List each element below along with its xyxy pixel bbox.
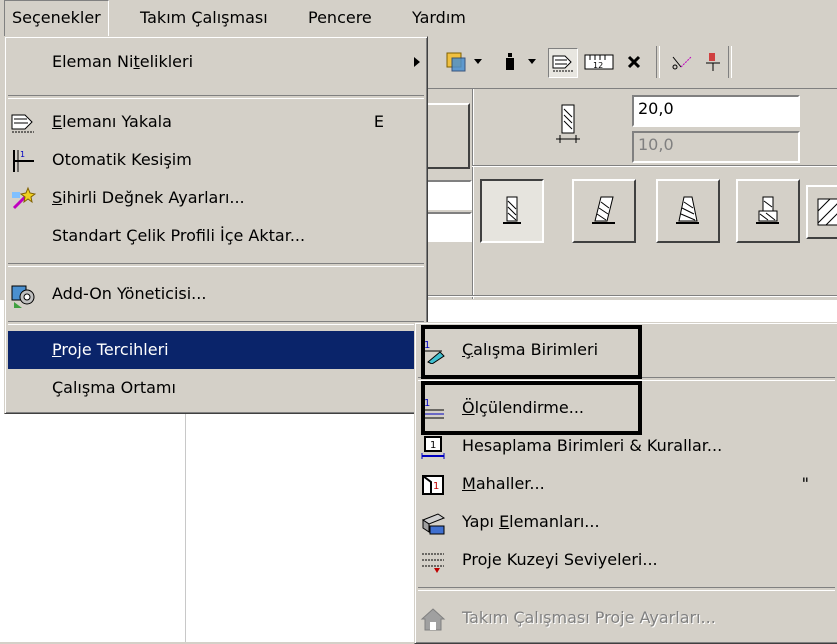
height-field[interactable]: 20,0 xyxy=(632,95,800,127)
menu-separator xyxy=(8,263,424,267)
magnet-grab-icon[interactable] xyxy=(548,48,578,78)
column-height-icon xyxy=(550,103,590,153)
profile-stepped-button[interactable] xyxy=(736,179,800,243)
menu-pencere[interactable]: Pencere xyxy=(300,0,380,36)
toolbar: 12 xyxy=(420,38,837,88)
construction-elements-icon xyxy=(420,510,446,536)
menu-yardim[interactable]: Yardım xyxy=(404,0,474,36)
menu-item-label: Proje Kuzeyi Seviyeleri... xyxy=(462,550,658,569)
canvas-guide-line xyxy=(185,410,186,642)
profile-slanted-button[interactable] xyxy=(572,179,636,243)
toolbar-divider xyxy=(728,46,732,78)
magic-wand-icon xyxy=(10,186,36,212)
info-box-lower xyxy=(420,249,837,299)
profile-trapezoid-button[interactable] xyxy=(656,179,720,243)
menu-item-add-on-yoneticisi[interactable]: Add-On Yöneticisi... xyxy=(8,275,424,313)
secenekler-menu: Eleman Nitelikleri Elemanı Yakala E 1 Ot… xyxy=(4,36,428,414)
story-levels-icon xyxy=(420,548,446,574)
menu-separator xyxy=(8,95,424,99)
addon-manager-icon xyxy=(10,282,36,308)
menu-item-label: Mahaller... xyxy=(462,474,545,493)
magnet-grab-icon xyxy=(10,110,36,136)
menu-item-elemani-yakala[interactable]: Elemanı Yakala E xyxy=(8,103,424,141)
submenu-item-mahaller[interactable]: 1 Mahaller... " xyxy=(418,465,835,503)
svg-text:1: 1 xyxy=(433,481,439,492)
highlight-box xyxy=(421,325,642,379)
chevron-down-icon[interactable] xyxy=(524,48,540,76)
submenu-item-takim-calismasi-ayarlari: Takım Çalışması Proje Ayarları... xyxy=(418,599,835,637)
menu-item-sihirli-degnek[interactable]: Sihirli Değnek Ayarları... xyxy=(8,179,424,217)
submenu-arrow-icon xyxy=(414,57,420,67)
split-icon[interactable] xyxy=(700,48,728,76)
menu-item-standart-celik[interactable]: Standart Çelik Profili İçe Aktar... xyxy=(8,217,424,255)
menu-item-label: Proje Tercihleri xyxy=(52,340,169,359)
menu-item-label: Yapı Elemanları... xyxy=(462,512,600,531)
fill-pattern-button[interactable] xyxy=(806,185,837,239)
svg-text:1: 1 xyxy=(430,440,436,451)
svg-text:12: 12 xyxy=(593,61,603,70)
teamwork-house-icon xyxy=(420,606,446,632)
menubar: Seçenekler Takım Çalışması Pencere Yardı… xyxy=(0,0,837,38)
panel-divider xyxy=(420,295,837,297)
menu-item-label: Elemanı Yakala xyxy=(52,112,172,131)
menu-item-proje-tercihleri[interactable]: Proje Tercihleri xyxy=(8,331,424,369)
menu-item-label: Standart Çelik Profili İçe Aktar... xyxy=(52,226,306,245)
trim-icon[interactable] xyxy=(668,48,696,76)
submenu-item-yapi-elemanlari[interactable]: Yapı Elemanları... xyxy=(418,503,835,541)
submenu-item-proje-kuzeyi[interactable]: Proje Kuzeyi Seviyeleri... xyxy=(418,541,835,579)
auto-intersect-icon: 1 xyxy=(10,148,36,174)
menu-secenekler[interactable]: Seçenekler xyxy=(4,0,109,38)
offset-field: 10,0 xyxy=(632,131,800,163)
menu-item-shortcut: " xyxy=(801,474,809,493)
ruler-icon[interactable]: 12 xyxy=(582,48,616,76)
close-icon[interactable] xyxy=(620,48,648,76)
menu-takim-calismasi[interactable]: Takım Çalışması xyxy=(132,0,276,36)
calc-units-icon: 1 xyxy=(420,434,446,460)
layer-fill-icon[interactable] xyxy=(442,48,470,76)
menu-item-otomatik-kesisim[interactable]: 1 Otomatik Kesişim xyxy=(8,141,424,179)
menu-item-eleman-nitelikleri[interactable]: Eleman Nitelikleri xyxy=(8,43,424,81)
chevron-down-icon[interactable] xyxy=(470,48,486,76)
menu-item-label: Otomatik Kesişim xyxy=(52,150,192,169)
figure-icon[interactable] xyxy=(496,48,524,76)
svg-text:1: 1 xyxy=(20,150,25,159)
menu-item-shortcut: E xyxy=(373,112,384,131)
highlight-box xyxy=(421,381,642,435)
menu-separator xyxy=(418,587,835,591)
menu-item-label: Eleman Nitelikleri xyxy=(52,52,194,71)
menu-separator xyxy=(8,321,424,325)
menu-item-calisma-ortami[interactable]: Çalışma Ortamı xyxy=(8,369,424,407)
menu-item-label: Çalışma Ortamı xyxy=(52,378,176,397)
zones-icon: 1 xyxy=(420,472,446,498)
menu-item-label: Takım Çalışması Proje Ayarları... xyxy=(462,608,716,627)
toolbar-divider xyxy=(656,46,660,78)
info-box: 20,0 10,0 xyxy=(420,88,837,299)
panel-divider xyxy=(472,165,837,167)
menu-item-label: Sihirli Değnek Ayarları... xyxy=(52,188,245,207)
menu-item-label: Add-On Yöneticisi... xyxy=(52,284,207,303)
profile-straight-button[interactable] xyxy=(480,179,544,243)
